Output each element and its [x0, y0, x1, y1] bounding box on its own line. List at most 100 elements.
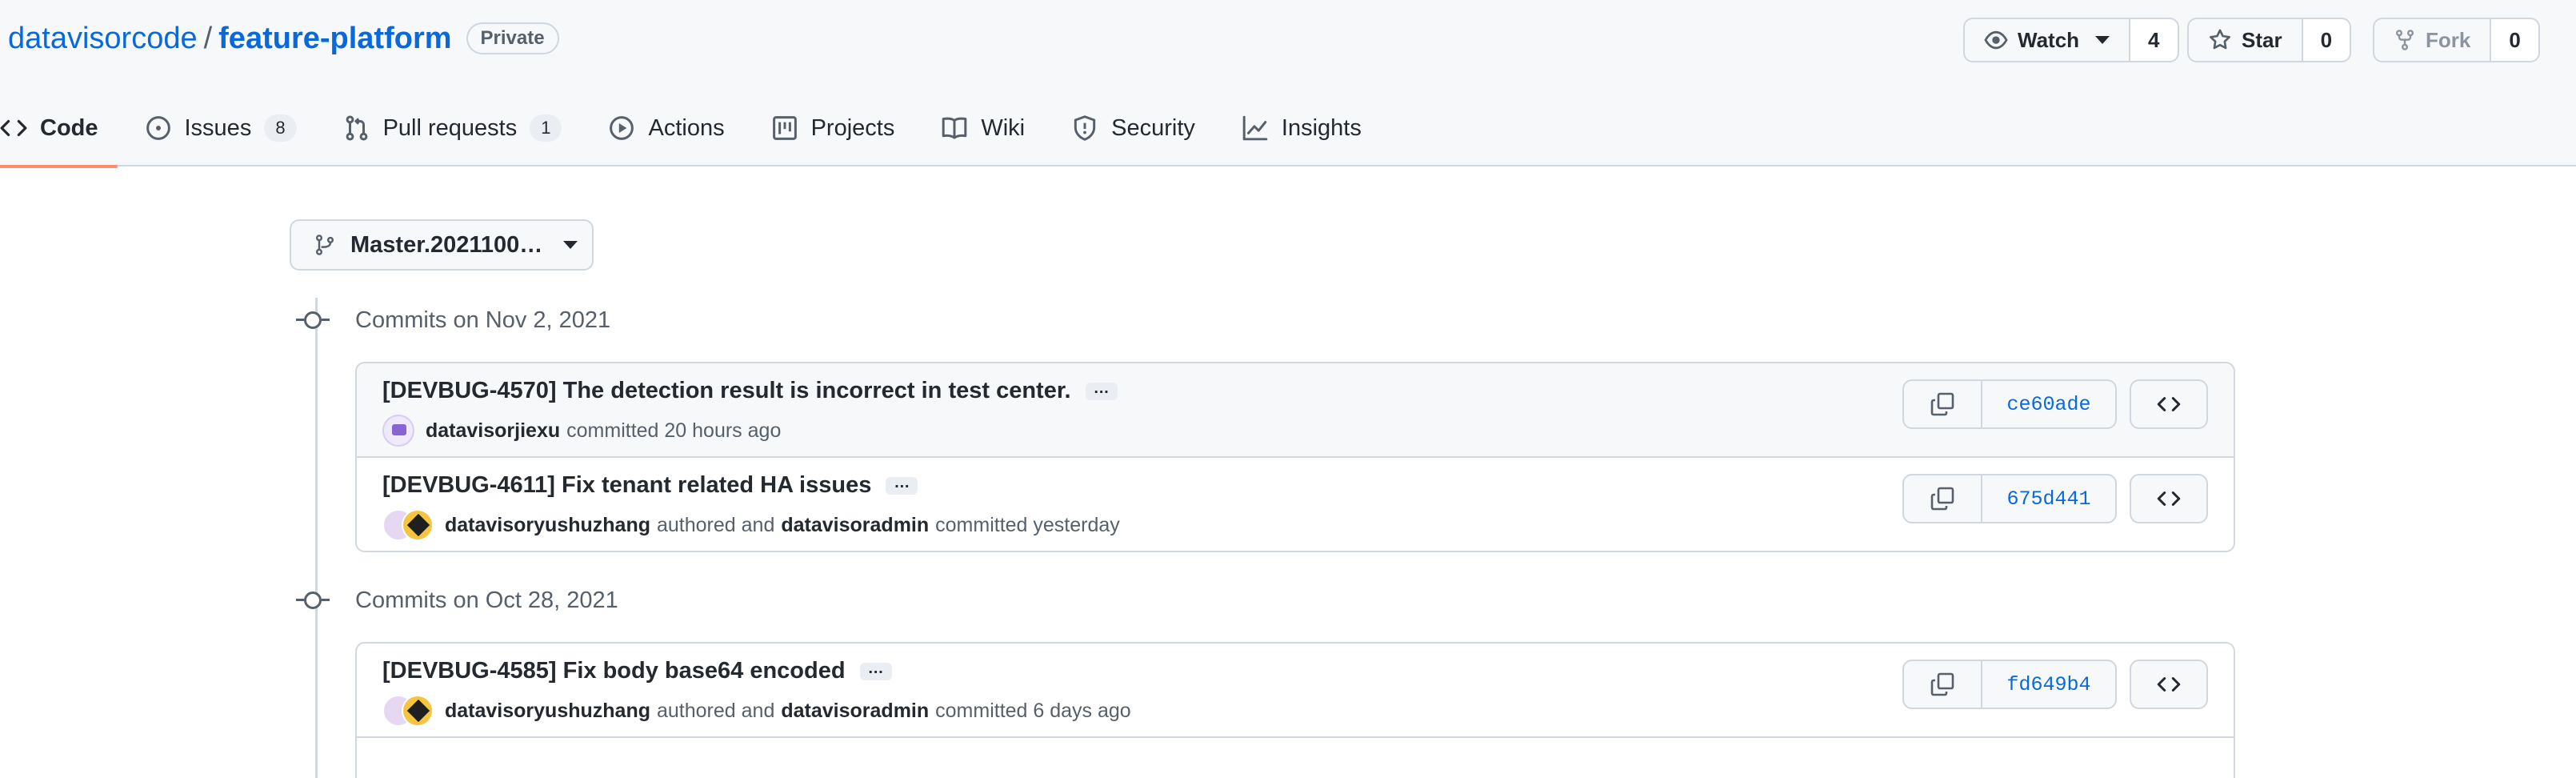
tab-insights[interactable]: Insights [1226, 104, 1378, 152]
git-pull-request-icon [343, 114, 370, 142]
commit-committer-link[interactable]: datavisoradmin [781, 700, 929, 723]
copy-icon [1930, 672, 1955, 697]
book-icon [941, 114, 968, 142]
star-count[interactable]: 0 [2302, 18, 2352, 62]
copy-icon [1930, 391, 1955, 417]
code-icon [2155, 671, 2182, 698]
commit-list: [DEVBUG-4570] The detection result is in… [355, 362, 2235, 552]
repo-separator: / [203, 21, 213, 55]
commit-message-link[interactable]: [DEVBUG-4570] The detection result is in… [382, 378, 1071, 404]
tab-label: Code [40, 114, 98, 141]
commit-row: [DEVBUG-4570] The detection result is in… [357, 363, 2234, 458]
watch-group: Watch 4 [1963, 18, 2179, 62]
commit-row: [DEVBUG-4585] Fix body base64 encoded … … [357, 644, 2234, 738]
browse-repo-button[interactable] [2130, 660, 2208, 709]
commit-message-line: [DEVBUG-4585] Fix body base64 encoded … [382, 658, 892, 684]
tab-pull-requests[interactable]: Pull requests 1 [327, 104, 578, 152]
commit-sha-link[interactable]: 675d441 [1982, 474, 2117, 523]
commit-author-link[interactable]: datavisorjiexu [426, 419, 560, 443]
graph-icon [1242, 114, 1269, 142]
sha-group: 675d441 [1902, 474, 2117, 523]
tab-projects[interactable]: Projects [755, 104, 911, 152]
commit-message-link[interactable]: [DEVBUG-4611] Fix tenant related HA issu… [382, 472, 871, 499]
commit-row-actions: ce60ade [1902, 379, 2208, 429]
repo-title: datavisorcode / feature-platform Private [8, 16, 559, 61]
tab-label: Issues [184, 114, 252, 141]
fork-button[interactable]: Fork [2373, 18, 2492, 62]
star-button[interactable]: Star [2187, 18, 2303, 62]
branch-select-button[interactable]: Master.2021100… [290, 219, 594, 271]
copy-sha-button[interactable] [1902, 660, 1982, 709]
sha-group: fd649b4 [1902, 660, 2117, 709]
browse-repo-button[interactable] [2130, 379, 2208, 429]
code-icon [2155, 485, 2182, 512]
commit-committer-link[interactable]: datavisoradmin [781, 514, 929, 537]
branch-name: Master.2021100… [350, 231, 543, 258]
commit-row: [DEVBUG-4611] Fix tenant related HA issu… [357, 458, 2234, 551]
avatar[interactable] [382, 695, 434, 727]
commit-message-line: [DEVBUG-4570] The detection result is in… [382, 378, 1118, 404]
tab-wiki[interactable]: Wiki [925, 104, 1041, 152]
chevron-down-icon [563, 241, 578, 249]
tab-label: Actions [648, 114, 725, 141]
shield-icon [1071, 114, 1098, 142]
tab-label: Insights [1281, 114, 1362, 141]
git-branch-icon [314, 233, 336, 257]
repo-nav-tabs: Code Issues 8 Pull requests 1 Actions Pr… [0, 104, 1392, 168]
watch-button[interactable]: Watch [1963, 18, 2131, 62]
commit-message-line: [DEVBUG-4611] Fix tenant related HA issu… [382, 472, 918, 499]
commit-meta: datavisoryushuzhang authored and datavis… [382, 695, 1131, 727]
tab-label: Projects [810, 114, 895, 141]
visibility-badge: Private [466, 22, 559, 54]
sha-group: ce60ade [1902, 379, 2117, 429]
commit-list: [DEVBUG-4585] Fix body base64 encoded … … [355, 642, 2235, 778]
commit-time-text: committed yesterday [935, 513, 1120, 536]
commit-author-link[interactable]: datavisoryushuzhang [445, 514, 650, 537]
browse-repo-button[interactable] [2130, 474, 2208, 523]
tab-actions[interactable]: Actions [592, 104, 740, 152]
commit-date-label: Commits on Nov 2, 2021 [355, 307, 611, 333]
chevron-down-icon [2095, 36, 2110, 44]
repo-forked-icon [2394, 28, 2416, 52]
copy-sha-button[interactable] [1902, 379, 1982, 429]
timeline-line [315, 298, 318, 778]
copy-sha-button[interactable] [1902, 474, 1982, 523]
commit-message-link[interactable]: [DEVBUG-4585] Fix body base64 encoded [382, 658, 846, 684]
fork-count[interactable]: 0 [2491, 18, 2540, 62]
expand-message-button[interactable]: … [859, 660, 892, 680]
tab-security[interactable]: Security [1055, 104, 1211, 152]
commit-sha-link[interactable]: ce60ade [1982, 379, 2117, 429]
star-group: Star 0 [2187, 18, 2352, 62]
issue-opened-icon [145, 114, 172, 142]
commit-time-text: committed 6 days ago [935, 699, 1131, 722]
commit-row-actions: 675d441 [1902, 474, 2208, 523]
star-label: Star [2242, 27, 2282, 52]
commit-row-actions: fd649b4 [1902, 660, 2208, 709]
git-commit-icon [296, 311, 330, 329]
watch-label: Watch [2018, 27, 2080, 52]
commit-author-link[interactable]: datavisoryushuzhang [445, 700, 650, 723]
expand-message-button[interactable]: … [886, 475, 918, 495]
fork-label: Fork [2426, 27, 2471, 52]
commit-time-text: committed 20 hours ago [566, 419, 782, 442]
tab-code[interactable]: Code [0, 104, 117, 168]
repo-owner-link[interactable]: datavisorcode [8, 22, 198, 56]
issues-count-badge: 8 [264, 114, 297, 142]
commit-authored-text: authored and [657, 513, 775, 536]
play-icon [608, 114, 635, 142]
repo-name-link[interactable]: feature-platform [218, 22, 451, 56]
pull-requests-count-badge: 1 [530, 114, 562, 142]
tab-label: Pull requests [382, 114, 518, 141]
avatar[interactable] [382, 415, 414, 447]
expand-message-button[interactable]: … [1085, 380, 1118, 400]
fork-group: Fork 0 [2373, 18, 2540, 62]
commit-sha-link[interactable]: fd649b4 [1982, 660, 2117, 709]
tab-label: Wiki [981, 114, 1026, 141]
commit-authored-text: authored and [657, 699, 775, 722]
watch-count[interactable]: 4 [2130, 18, 2179, 62]
avatar[interactable] [382, 509, 434, 541]
repo-header: datavisorcode / feature-platform Private… [0, 0, 2576, 168]
tab-issues[interactable]: Issues 8 [129, 104, 313, 152]
commit-meta: datavisoryushuzhang authored and datavis… [382, 509, 1120, 541]
star-icon [2208, 28, 2232, 52]
